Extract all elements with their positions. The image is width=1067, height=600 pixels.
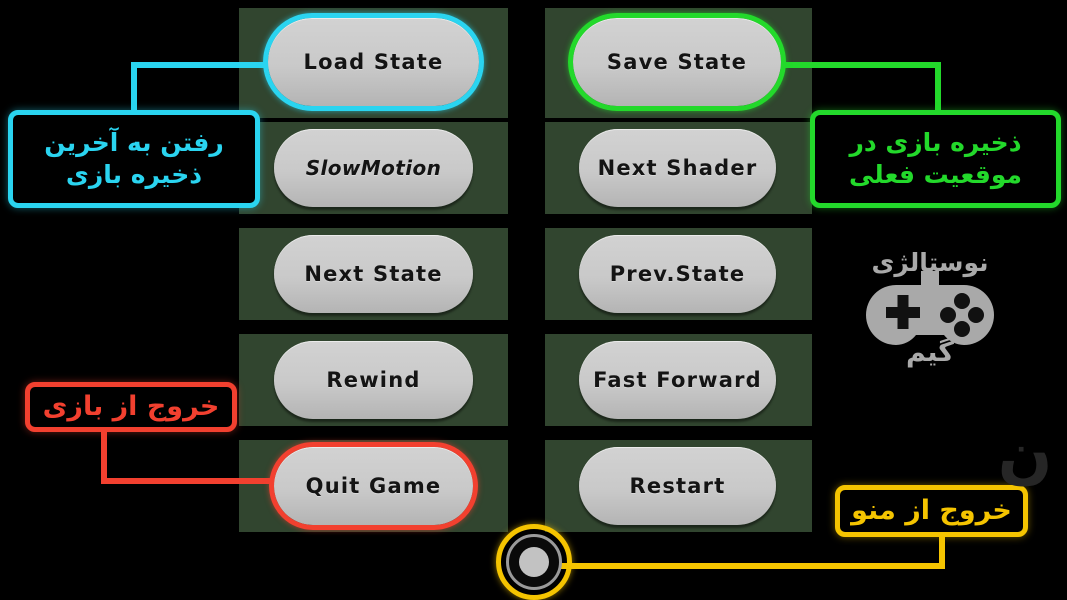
menu-button-quit-game[interactable]: Quit Game <box>274 447 473 525</box>
menu-button-label: Rewind <box>326 368 421 392</box>
close-menu-button[interactable] <box>506 534 562 590</box>
callout-quit-game: خروج از بازی <box>25 382 237 432</box>
connector-yellow-horizontal <box>560 563 945 569</box>
menu-button-label: Fast Forward <box>593 368 762 392</box>
menu-button-label: Next State <box>304 262 443 286</box>
connector-green-horizontal <box>775 62 941 68</box>
connector-red-horizontal <box>101 478 281 484</box>
brand-bottom-text: گیم <box>906 337 954 368</box>
menu-button-label: Next Shader <box>597 156 758 180</box>
callout-text: ذخیره بازی در موقعیت فعلی <box>849 128 1022 189</box>
menu-button-next-state[interactable]: Next State <box>274 235 473 313</box>
menu-button-rewind[interactable]: Rewind <box>274 341 473 419</box>
callout-text: رفتن به آخرین ذخیره بازی <box>44 128 224 189</box>
menu-button-prev-state[interactable]: Prev.State <box>579 235 776 313</box>
close-menu-button-core <box>519 547 549 577</box>
menu-button-label: SlowMotion <box>305 156 442 180</box>
callout-save-state: ذخیره بازی در موقعیت فعلی <box>810 110 1061 208</box>
brand-logo: نوستالژی گیم <box>852 250 1008 390</box>
callout-load-state: رفتن به آخرین ذخیره بازی <box>8 110 260 208</box>
menu-button-next-shader[interactable]: Next Shader <box>579 129 776 207</box>
menu-button-label: Prev.State <box>609 262 746 286</box>
watermark-glyph: ن <box>985 423 1065 600</box>
callout-text: خروج از بازی <box>42 390 220 422</box>
menu-button-save-state[interactable]: Save State <box>573 18 781 106</box>
connector-cyan-horizontal <box>131 62 276 68</box>
connector-green-vertical <box>935 62 941 114</box>
menu-button-restart[interactable]: Restart <box>579 447 776 525</box>
menu-button-label: Restart <box>629 474 726 498</box>
menu-button-slow-motion[interactable]: SlowMotion <box>274 129 473 207</box>
menu-button-label: Save State <box>606 50 748 74</box>
menu-button-load-state[interactable]: Load State <box>268 18 479 106</box>
connector-cyan-vertical <box>131 62 137 114</box>
menu-button-label: Load State <box>303 50 444 74</box>
menu-button-fast-forward[interactable]: Fast Forward <box>579 341 776 419</box>
watermark-text: ن <box>997 418 1053 492</box>
menu-button-label: Quit Game <box>305 474 442 498</box>
